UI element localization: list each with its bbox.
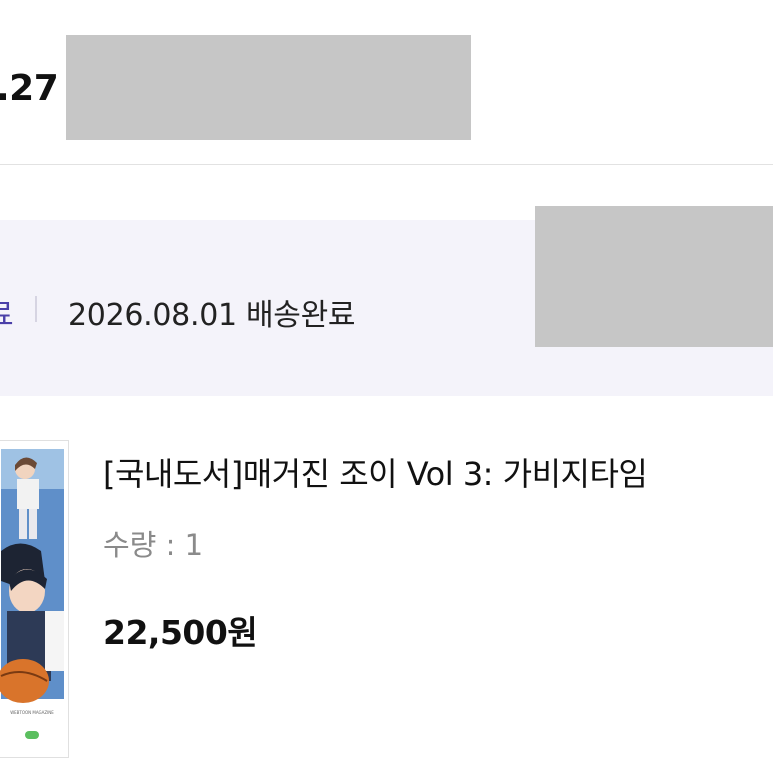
redacted-block	[66, 35, 471, 140]
product-quantity: 수량 : 1	[103, 528, 204, 562]
book-cover-image[interactable]: WEBTOON MAGAZINE	[0, 440, 69, 758]
divider	[0, 164, 773, 165]
cover-small-text: WEBTOON MAGAZINE	[10, 710, 54, 715]
product-price: 22,500원	[103, 613, 258, 652]
delivery-status-label: 료	[0, 290, 14, 334]
delivery-status-text: 2026.08.01 배송완료	[68, 298, 356, 333]
order-date: .27	[0, 68, 59, 109]
status-separator	[35, 296, 37, 322]
product-title[interactable]: [국내도서]매거진 조이 Vol 3: 가비지타임	[103, 449, 648, 495]
redacted-block-right	[535, 206, 773, 347]
